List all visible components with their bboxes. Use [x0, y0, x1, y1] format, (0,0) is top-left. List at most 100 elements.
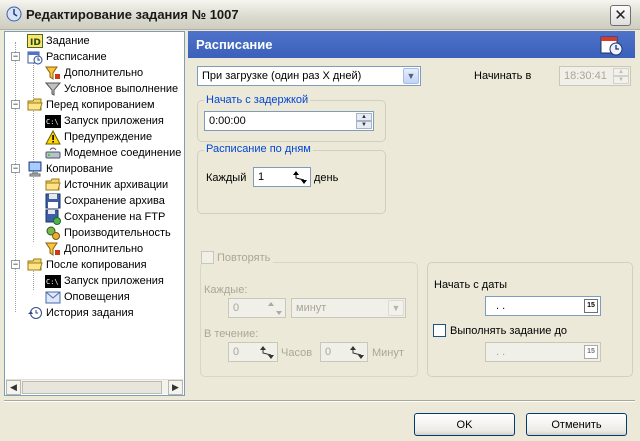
tree-item-save-archive[interactable]: Сохранение архива [45, 193, 165, 209]
day-unit-label: день [314, 172, 339, 184]
tree-item-label: После копирования [46, 259, 147, 271]
svg-text:C:\: C:\ [46, 278, 59, 286]
window-title: Редактирование задания № 1007 [26, 7, 239, 22]
each-unit-select: минут ▼ [291, 298, 406, 318]
run-until-date-value: . . [496, 346, 506, 358]
scroll-thumb[interactable] [22, 381, 162, 394]
tree-item-history[interactable]: История задания [27, 305, 134, 321]
history-icon [27, 305, 43, 321]
tree-item-save-ftp[interactable]: Сохранение на FTP [45, 209, 165, 225]
title-bar[interactable]: Редактирование задания № 1007 ✕ [0, 0, 640, 30]
tree-item-label: История задания [46, 307, 134, 319]
chevron-down-icon[interactable]: ▼ [403, 68, 419, 84]
tree-item-notifications[interactable]: Оповещения [45, 289, 130, 305]
tree-item-modem[interactable]: Модемное соединение [45, 145, 181, 161]
minutes-input: 0 [320, 342, 368, 362]
tree-item-after-copy[interactable]: После копирования [27, 257, 147, 273]
run-until-toggle[interactable]: Выполнять задание до [433, 324, 567, 337]
spin-arrows-icon [268, 302, 282, 315]
computer-icon [27, 161, 43, 177]
tree-item-label: Модемное соединение [64, 147, 182, 159]
tree-item-label: Сохранение на FTP [64, 211, 166, 223]
tree-item-task[interactable]: ID Задание [27, 33, 90, 49]
cancel-button[interactable]: Отменить [526, 413, 627, 436]
ok-button[interactable]: OK [414, 413, 515, 436]
collapse-toggle[interactable]: − [11, 164, 20, 173]
every-label: Каждый [206, 172, 247, 184]
repeat-label: Повторять [217, 251, 271, 264]
folder-icon [27, 97, 43, 113]
run-until-label: Выполнять задание до [450, 324, 567, 337]
minutes-value: 0 [325, 346, 332, 358]
envelope-icon [45, 289, 61, 305]
every-days-input[interactable]: 1 [253, 167, 311, 187]
calendar-icon[interactable]: 15 [584, 299, 598, 313]
filter-icon [45, 65, 61, 81]
each-label: Каждые: [204, 284, 248, 296]
scroll-right-button[interactable]: ▶ [168, 380, 183, 395]
tree-item-label: Задание [46, 35, 90, 47]
start-time-value: 18:30:41 [564, 70, 607, 82]
collapse-toggle[interactable]: − [11, 260, 20, 269]
spin-up-icon[interactable]: ▲ [356, 113, 372, 121]
tree-line [15, 42, 16, 312]
folder-icon [27, 257, 43, 273]
panel-header: Расписание [188, 31, 635, 58]
modem-icon [45, 145, 61, 161]
start-at-label: Начинать в [474, 70, 532, 82]
repeat-checkbox[interactable] [201, 251, 214, 264]
tree-item-run-app-before[interactable]: C:\ Запуск приложения [45, 113, 164, 129]
tree-item-conditional[interactable]: Условное выполнение [45, 81, 178, 97]
start-time-input: 18:30:41 ▲ ▼ [559, 66, 631, 86]
delay-group-label: Начать с задержкой [204, 94, 311, 106]
repeat-toggle[interactable]: Повторять [201, 251, 274, 264]
spin-down-icon[interactable]: ▼ [356, 121, 372, 129]
tree-item-label: Дополнительно [64, 243, 144, 255]
spin-arrows-icon [260, 346, 274, 359]
each-value-input: 0 [228, 298, 286, 318]
settings-tree[interactable]: ID Задание − Расписание Дополнительно Ус… [4, 31, 185, 396]
tree-item-label: Дополнительно [64, 67, 144, 79]
tree-item-label: Предупреждение [64, 131, 153, 143]
delay-input[interactable]: 0:00:00 ▲ ▼ [204, 111, 374, 131]
tree-item-warning[interactable]: Предупреждение [45, 129, 152, 145]
tree-item-schedule[interactable]: Расписание [27, 49, 107, 65]
minutes-label: Минут [372, 347, 404, 359]
tree-item-label: Оповещения [64, 291, 130, 303]
warning-icon [45, 129, 61, 145]
id-card-icon: ID [27, 33, 43, 49]
svg-text:ID: ID [30, 38, 41, 48]
floppy-icon [45, 193, 61, 209]
schedule-type-value: При загрузке (один раз Х дней) [202, 70, 362, 82]
hours-label: Часов [281, 347, 313, 359]
start-date-label: Начать с даты [434, 279, 508, 291]
tree-item-run-app-after[interactable]: C:\ Запуск приложения [45, 273, 164, 289]
tree-item-copy-additional[interactable]: Дополнительно [45, 241, 143, 257]
start-date-input[interactable]: . . 15 [485, 296, 601, 316]
tree-item-performance[interactable]: Производительность [45, 225, 171, 241]
filter-icon [45, 241, 61, 257]
console-icon: C:\ [45, 113, 61, 129]
schedule-type-select[interactable]: При загрузке (один раз Х дней) ▼ [197, 66, 421, 86]
tree-item-label: Перед копированием [46, 99, 155, 111]
tree-item-before-copy[interactable]: Перед копированием [27, 97, 155, 113]
spin-arrows-icon[interactable] [292, 170, 308, 185]
start-date-value: . . [496, 300, 506, 312]
each-value: 0 [233, 302, 240, 314]
gears-icon [45, 225, 61, 241]
tree-item-label: Условное выполнение [64, 83, 179, 95]
run-until-checkbox[interactable] [433, 324, 446, 337]
tree-item-schedule-additional[interactable]: Дополнительно [45, 65, 143, 81]
collapse-toggle[interactable]: − [11, 100, 20, 109]
console-icon: C:\ [45, 273, 61, 289]
floppy-net-icon [45, 209, 61, 225]
tree-horizontal-scrollbar[interactable]: ◀ ▶ [6, 379, 183, 395]
collapse-toggle[interactable]: − [11, 52, 20, 61]
calendar-icon: 15 [584, 345, 598, 359]
close-button[interactable]: ✕ [610, 5, 631, 26]
tree-item-archive-source[interactable]: Источник архивации [45, 177, 168, 193]
tree-item-copying[interactable]: Копирование [27, 161, 113, 177]
clock-calendar-icon [600, 36, 623, 56]
scroll-left-button[interactable]: ◀ [6, 380, 21, 395]
tree-item-label: Запуск приложения [64, 115, 164, 127]
